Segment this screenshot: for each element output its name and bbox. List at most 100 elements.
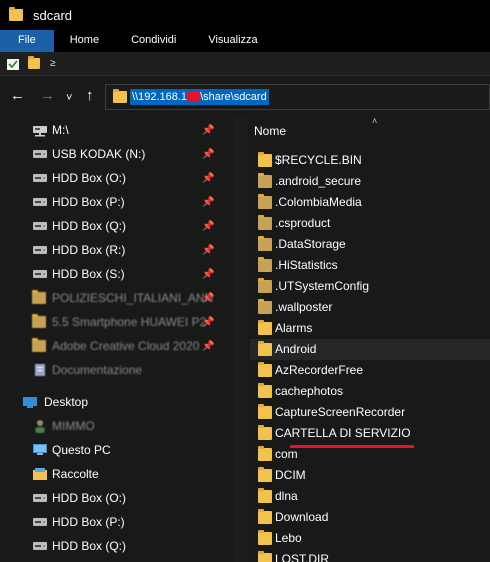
pin-icon[interactable]: 📌 — [202, 245, 214, 256]
sidebar-item-hdd-q-2[interactable]: HDD Box (Q:) — [0, 534, 234, 558]
list-item[interactable]: .wallposter — [250, 297, 490, 318]
list-item[interactable]: Lebo — [250, 528, 490, 549]
sidebar-item-documentazione[interactable]: Documentazione — [0, 358, 234, 382]
sidebar-item-label: Questo PC — [52, 443, 111, 457]
folder-icon — [258, 530, 272, 545]
list-item[interactable]: Download — [250, 507, 490, 528]
pin-icon[interactable]: 📌 — [202, 149, 214, 160]
pin-icon[interactable]: 📌 — [202, 269, 214, 280]
folder-icon — [258, 194, 272, 209]
file-name: AzRecorderFree — [275, 363, 364, 377]
sidebar-item-label: M:\ — [52, 123, 69, 137]
sidebar-item-folder-3[interactable]: Adobe Creative Cloud 2020 📌 — [0, 334, 234, 358]
desktop-icon — [23, 397, 37, 408]
column-header-name[interactable]: Nome — [254, 124, 286, 138]
list-item[interactable]: CaptureScreenRecorder — [250, 402, 490, 423]
list-item[interactable]: dlna — [250, 486, 490, 507]
sidebar-item-label: HDD Box (Q:) — [52, 219, 127, 233]
file-name: .android_secure — [275, 174, 362, 188]
sidebar-item-folder-2[interactable]: 5.5 Smartphone HUAWEI P2 📌 — [0, 310, 234, 334]
sidebar-item-hdd-q[interactable]: HDD Box (Q:) 📌 — [0, 214, 234, 238]
recent-locations-button[interactable]: ˅ — [66, 90, 72, 106]
file-name: com — [275, 447, 298, 461]
drive-icon — [33, 150, 47, 158]
sidebar-item-questo-pc[interactable]: Questo PC — [0, 438, 234, 462]
list-item[interactable]: .android_secure — [250, 171, 490, 192]
folder-icon — [258, 509, 272, 524]
drive-icon — [33, 174, 47, 182]
network-drive-icon — [33, 126, 47, 137]
customize-toolbar-icon[interactable]: ≥ — [50, 58, 56, 69]
list-item[interactable]: DCIM — [250, 465, 490, 486]
list-item[interactable]: AzRecorderFree — [250, 360, 490, 381]
tab-condividi[interactable]: Condividi — [115, 30, 192, 52]
list-item[interactable]: .csproduct — [250, 213, 490, 234]
file-name: .UTSystemConfig — [275, 279, 370, 293]
drive-icon — [33, 222, 47, 230]
window-title: sdcard — [33, 7, 73, 23]
sidebar-item-hdd-o-2[interactable]: HDD Box (O:) — [0, 486, 234, 510]
folder-icon — [258, 299, 272, 314]
libraries-icon — [33, 468, 47, 480]
properties-icon[interactable] — [6, 57, 20, 71]
pin-icon[interactable]: 📌 — [202, 317, 214, 328]
address-text[interactable]: \\192.168.1 \share\sdcard — [130, 89, 269, 105]
list-item[interactable]: .DataStorage — [250, 234, 490, 255]
file-name: CaptureScreenRecorder — [275, 405, 406, 419]
sidebar-item-label: MIMMO — [52, 419, 95, 433]
file-name: .wallposter — [275, 300, 333, 314]
pin-icon[interactable]: 📌 — [202, 221, 214, 232]
sidebar-item-hdd-o[interactable]: HDD Box (O:) 📌 — [0, 166, 234, 190]
list-item[interactable]: .HiStatistics — [250, 255, 490, 276]
address-path: \share\sdcard — [200, 91, 267, 103]
sidebar-item-hdd-p-2[interactable]: HDD Box (P:) — [0, 510, 234, 534]
sidebar-item-desktop[interactable]: Desktop — [0, 390, 234, 414]
file-name: Android — [275, 342, 317, 356]
sidebar-item-m-drive[interactable]: M:\ 📌 — [0, 118, 234, 142]
folder-icon — [258, 362, 272, 377]
tab-visualizza[interactable]: Visualizza — [192, 30, 273, 52]
pin-icon[interactable]: 📌 — [202, 341, 214, 352]
sidebar-item-folder-1[interactable]: POLIZIESCHI_ITALIANI_ANN 📌 — [0, 286, 234, 310]
sidebar-item-user[interactable]: MIMMO — [0, 414, 234, 438]
sidebar-item-hdd-p[interactable]: HDD Box (P:) 📌 — [0, 190, 234, 214]
new-folder-icon[interactable] — [28, 56, 40, 69]
title-bar: sdcard — [0, 0, 490, 30]
sort-chevron-icon[interactable]: ˄ — [372, 118, 377, 126]
tab-file[interactable]: File — [0, 30, 54, 52]
sidebar-item-label: POLIZIESCHI_ITALIANI_ANN — [52, 291, 214, 305]
pin-icon[interactable]: 📌 — [202, 197, 214, 208]
sidebar-item-label: HDD Box (P:) — [52, 195, 125, 209]
file-name: LOST.DIR — [275, 552, 330, 562]
tab-home[interactable]: Home — [54, 30, 115, 52]
file-name: Lebo — [275, 531, 302, 545]
file-name: .csproduct — [275, 216, 331, 230]
sidebar-item-hdd-r[interactable]: HDD Box (R:) 📌 — [0, 238, 234, 262]
sidebar-item-hdd-s[interactable]: HDD Box (S:) 📌 — [0, 262, 234, 286]
list-item[interactable]: LOST.DIR — [250, 549, 490, 562]
pin-icon[interactable]: 📌 — [202, 293, 214, 304]
list-item[interactable]: CARTELLA DI SERVIZIO — [250, 423, 490, 444]
file-name: Download — [275, 510, 329, 524]
list-item[interactable]: Android — [250, 339, 490, 360]
list-item[interactable]: Alarms — [250, 318, 490, 339]
list-item[interactable]: $RECYCLE.BIN — [250, 150, 490, 171]
pin-icon[interactable]: 📌 — [202, 125, 214, 136]
sidebar-item-raccolte[interactable]: Raccolte — [0, 462, 234, 486]
file-name: cachephotos — [275, 384, 344, 398]
address-bar[interactable]: \\192.168.1 \share\sdcard — [105, 84, 490, 110]
up-button[interactable]: ↑ — [86, 88, 94, 104]
pane-splitter[interactable] — [234, 118, 248, 562]
list-item[interactable]: .UTSystemConfig — [250, 276, 490, 297]
back-button[interactable]: ← — [10, 88, 25, 104]
list-item[interactable]: .ColombiaMedia — [250, 192, 490, 213]
pin-icon[interactable]: 📌 — [202, 173, 214, 184]
forward-button[interactable]: → — [40, 88, 55, 104]
file-name: CARTELLA DI SERVIZIO — [275, 426, 411, 440]
file-name: dlna — [275, 489, 298, 503]
file-list: Nome ˄ $RECYCLE.BIN .android_secure .Colom… — [248, 118, 490, 562]
list-item[interactable]: cachephotos — [250, 381, 490, 402]
folder-icon — [258, 173, 272, 188]
sidebar-item-usb-kodak[interactable]: USB KODAK (N:) 📌 — [0, 142, 234, 166]
folder-icon — [258, 404, 272, 419]
